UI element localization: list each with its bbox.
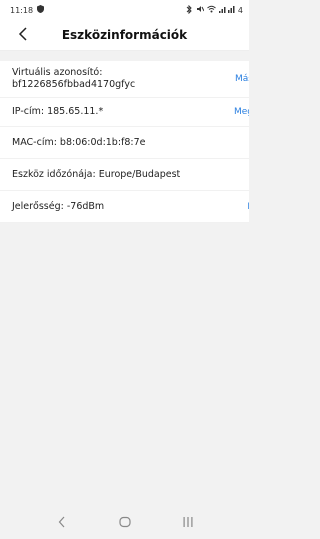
copy-button[interactable]: Más: [235, 74, 249, 84]
info-row-timezone: Eszköz időzónája: Europe/Budapest: [0, 159, 249, 191]
virtual-id-value: bf1226856fbbad4170gfyc: [12, 79, 136, 90]
back-button[interactable]: [14, 26, 32, 44]
info-list: Virtuális azonosító: bf1226856fbbad4170g…: [0, 61, 249, 223]
top-area: 11:18 4 Eszközinformációk: [0, 0, 249, 51]
recents-icon: [182, 513, 194, 532]
header: Eszközinformációk: [0, 20, 249, 51]
signal-icon: [218, 5, 235, 15]
virtual-id-label: Virtuális azonosító:: [12, 67, 103, 78]
info-row-ip: IP-cím: 185.65.11.* Meg: [0, 98, 249, 127]
mute-icon: [196, 5, 205, 15]
wifi-icon: [207, 5, 216, 15]
signal-text: Jelerősség: -76dBm: [12, 200, 105, 212]
show-ip-button[interactable]: Meg: [234, 107, 249, 117]
nav-home-button[interactable]: [115, 512, 135, 532]
virtual-id-text: Virtuális azonosító: bf1226856fbbad4170g…: [12, 67, 135, 91]
mac-text: MAC-cím: b8:06:0d:1b:f8:7e: [12, 136, 146, 148]
info-row-mac: MAC-cím: b8:06:0d:1b:f8:7e: [0, 127, 249, 159]
signal-action-button[interactable]: É: [247, 202, 249, 212]
status-time: 11:18: [10, 5, 34, 15]
nav-back-button[interactable]: [52, 512, 72, 532]
timezone-text: Eszköz időzónája: Europe/Budapest: [12, 168, 181, 180]
device-info-screen: 11:18 4 Eszközinformációk Virtuális azon…: [0, 0, 249, 539]
status-right: 4: [186, 4, 243, 16]
home-circle-icon: [118, 513, 131, 532]
shield-icon: [37, 5, 45, 15]
battery-level: 4: [237, 5, 243, 15]
info-row-signal: Jelerősség: -76dBm É: [0, 191, 249, 223]
page-title: Eszközinformációk: [61, 28, 188, 42]
bluetooth-icon: [186, 4, 193, 16]
ip-text: IP-cím: 185.65.11.*: [12, 106, 104, 117]
status-bar: 11:18 4: [0, 0, 249, 20]
chevron-left-icon: [58, 513, 66, 532]
info-row-virtual-id: Virtuális azonosító: bf1226856fbbad4170g…: [0, 61, 249, 98]
nav-recents-button[interactable]: [178, 512, 198, 532]
system-nav-bar: [0, 505, 249, 539]
chevron-left-icon: [18, 26, 28, 45]
status-left: 11:18: [10, 5, 45, 15]
